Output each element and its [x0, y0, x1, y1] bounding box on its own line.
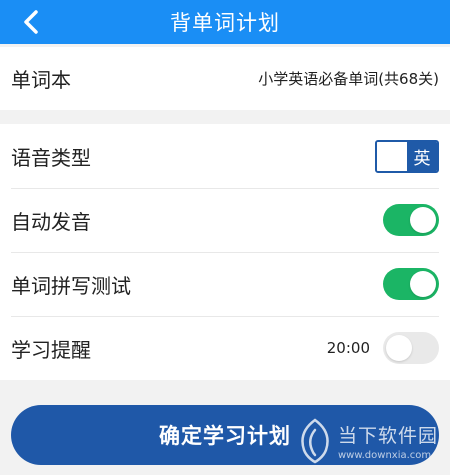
voice-type-row: 语音类型 英: [0, 124, 450, 188]
switch-knob: [410, 271, 436, 297]
auto-pronounce-switch[interactable]: [383, 204, 439, 236]
confirm-plan-button[interactable]: 确定学习计划: [11, 405, 439, 465]
page-title: 背单词计划: [170, 11, 280, 35]
wordbook-card: 单词本 小学英语必备单词(共68关): [0, 47, 450, 110]
wordbook-value: 小学英语必备单词(共68关): [258, 70, 439, 88]
wordbook-row[interactable]: 单词本 小学英语必备单词(共68关): [0, 47, 450, 110]
app-header: 背单词计划: [0, 0, 450, 44]
spelling-test-switch[interactable]: [383, 268, 439, 300]
chevron-left-icon: [24, 10, 38, 34]
reminder-row: 学习提醒 20:00: [0, 316, 450, 380]
voice-type-option: 英: [407, 141, 437, 171]
switch-knob: [410, 207, 436, 233]
reminder-switch[interactable]: [383, 332, 439, 364]
voice-type-toggle[interactable]: 英: [375, 139, 439, 173]
voice-toggle-knob: [377, 141, 407, 171]
spelling-test-label: 单词拼写测试: [11, 273, 131, 298]
reminder-label: 学习提醒: [11, 337, 91, 362]
auto-pronounce-label: 自动发音: [11, 209, 91, 234]
back-button[interactable]: [16, 7, 46, 37]
spelling-test-row: 单词拼写测试: [0, 252, 450, 316]
voice-type-label: 语音类型: [11, 145, 91, 170]
reminder-time[interactable]: 20:00: [327, 339, 370, 357]
settings-card: 语音类型 英 自动发音 单词拼写测试 学习提醒 20:00: [0, 124, 450, 380]
wordbook-label: 单词本: [11, 68, 71, 92]
auto-pronounce-row: 自动发音: [0, 188, 450, 252]
switch-knob: [386, 335, 412, 361]
